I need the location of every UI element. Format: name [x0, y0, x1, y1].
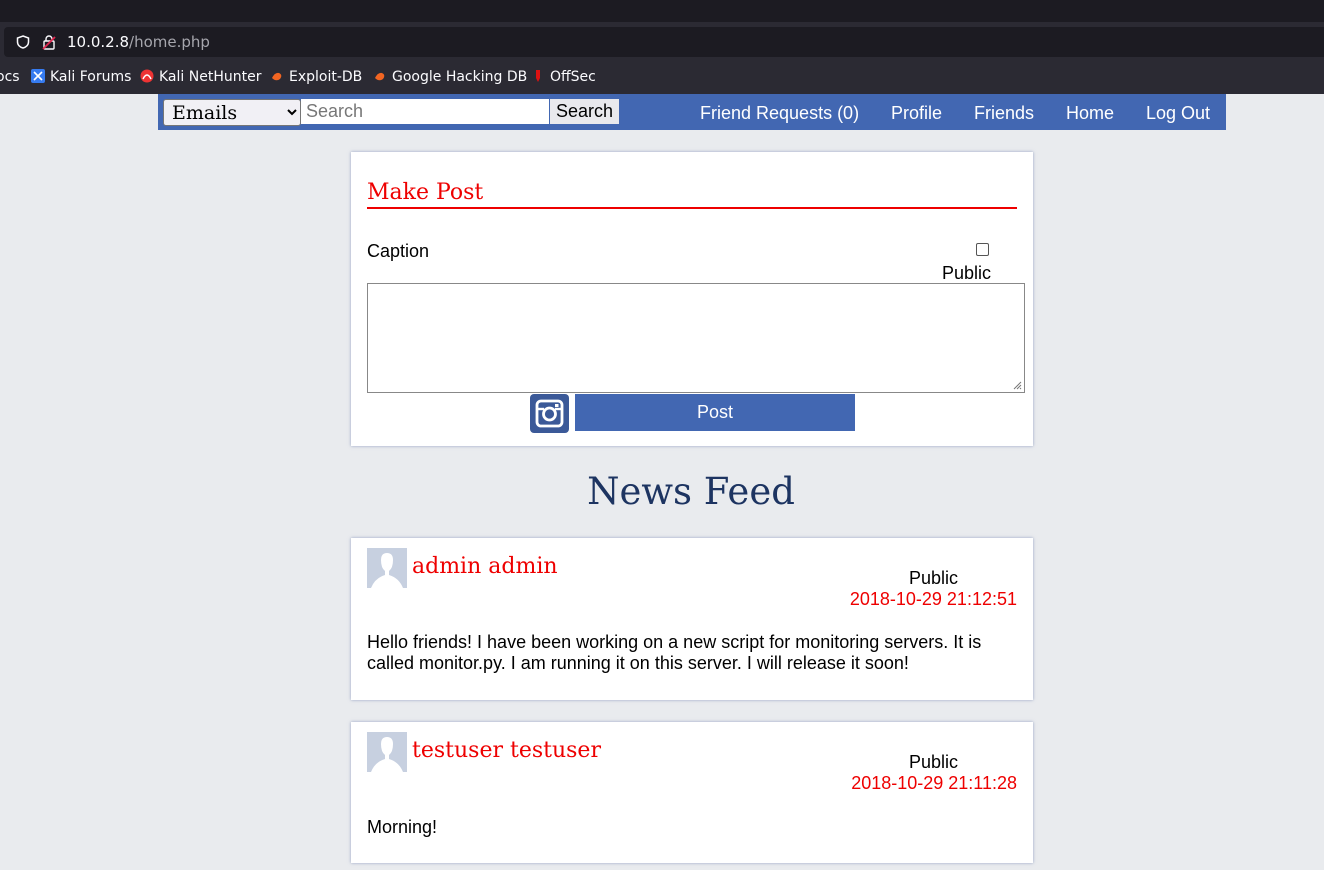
url-host: 10.0.2.8 [67, 33, 130, 51]
public-label: Public [942, 263, 992, 283]
default-avatar-icon [367, 732, 407, 772]
bookmark-label: ocs [0, 69, 20, 85]
browser-toolbar: 10.0.2.8/home.php [0, 22, 1324, 62]
post-privacy: Public [909, 568, 959, 588]
kali-forums-icon [31, 69, 45, 83]
instagram-icon [535, 399, 564, 428]
bookmark-label: Kali Forums [50, 69, 132, 85]
caption-textarea[interactable] [367, 283, 1025, 393]
avatar[interactable] [367, 548, 407, 588]
post-button[interactable]: Post [575, 394, 855, 431]
url-text[interactable]: 10.0.2.8/home.php [67, 33, 210, 51]
search-type-select[interactable]: Emails [163, 99, 301, 126]
tracking-shield-icon[interactable] [16, 35, 30, 49]
bookmark-label: Exploit-DB [289, 69, 363, 85]
default-avatar-icon [367, 548, 407, 588]
url-path: /home.php [129, 33, 210, 51]
nav-profile[interactable]: Profile [891, 103, 942, 124]
post-body: Morning! [367, 817, 438, 837]
post-body: Hello friends! I have been working on a … [367, 632, 982, 673]
search-input[interactable] [301, 99, 549, 124]
bookmark-label: Kali NetHunter [159, 69, 262, 85]
caption-label: Caption [367, 241, 430, 261]
ghdb-icon [375, 72, 385, 81]
make-post-card: Make Post Caption Public Post [351, 152, 1033, 446]
title-divider [367, 207, 1017, 209]
browser-titlebar [0, 0, 1324, 22]
exploit-db-icon [272, 72, 282, 81]
nav-logout[interactable]: Log Out [1146, 103, 1210, 124]
add-photo-button[interactable] [530, 394, 569, 433]
resize-grip-icon[interactable] [1012, 380, 1022, 390]
kali-nethunter-icon [140, 69, 154, 83]
feed-post: testuser testuser Public 2018-10-29 21:1… [351, 722, 1033, 863]
post-author[interactable]: admin admin [412, 554, 558, 579]
bookmark-kali-nethunter[interactable]: Kali NetHunter [140, 69, 261, 85]
post-author[interactable]: testuser testuser [412, 738, 601, 763]
bookmark-kali-forums[interactable]: Kali Forums [31, 69, 131, 85]
post-timestamp: 2018-10-29 21:12:51 [849, 589, 1017, 609]
offsec-icon [536, 70, 540, 82]
make-post-title: Make Post [367, 180, 484, 205]
search-button[interactable]: Search [550, 99, 619, 124]
bookmark-label: OffSec [550, 69, 596, 85]
bookmarks-bar: ocs Kali Forums Kali NetHunter Exploit-D… [0, 62, 1324, 94]
bookmark-offsec[interactable]: OffSec [531, 69, 596, 85]
avatar[interactable] [367, 732, 407, 772]
news-feed-title: News Feed [587, 470, 795, 513]
address-bar[interactable]: 10.0.2.8/home.php [4, 27, 1324, 57]
insecure-lock-icon[interactable] [42, 34, 56, 50]
bookmark-exploit-db[interactable]: Exploit-DB [270, 69, 362, 85]
bookmark-docs[interactable]: ocs [0, 69, 20, 85]
post-timestamp: 2018-10-29 21:11:28 [851, 773, 1017, 793]
public-checkbox[interactable] [976, 243, 989, 256]
top-nav: Emails Search Friend Requests (0) Profil… [158, 94, 1226, 130]
nav-home[interactable]: Home [1066, 103, 1114, 124]
bookmark-google-hacking-db[interactable]: Google Hacking DB [373, 69, 527, 85]
bookmark-label: Google Hacking DB [392, 69, 528, 85]
feed-post: admin admin Public 2018-10-29 21:12:51 H… [351, 538, 1033, 700]
nav-friend-requests[interactable]: Friend Requests (0) [700, 103, 859, 124]
post-privacy: Public [909, 752, 959, 772]
nav-friends[interactable]: Friends [974, 103, 1034, 124]
